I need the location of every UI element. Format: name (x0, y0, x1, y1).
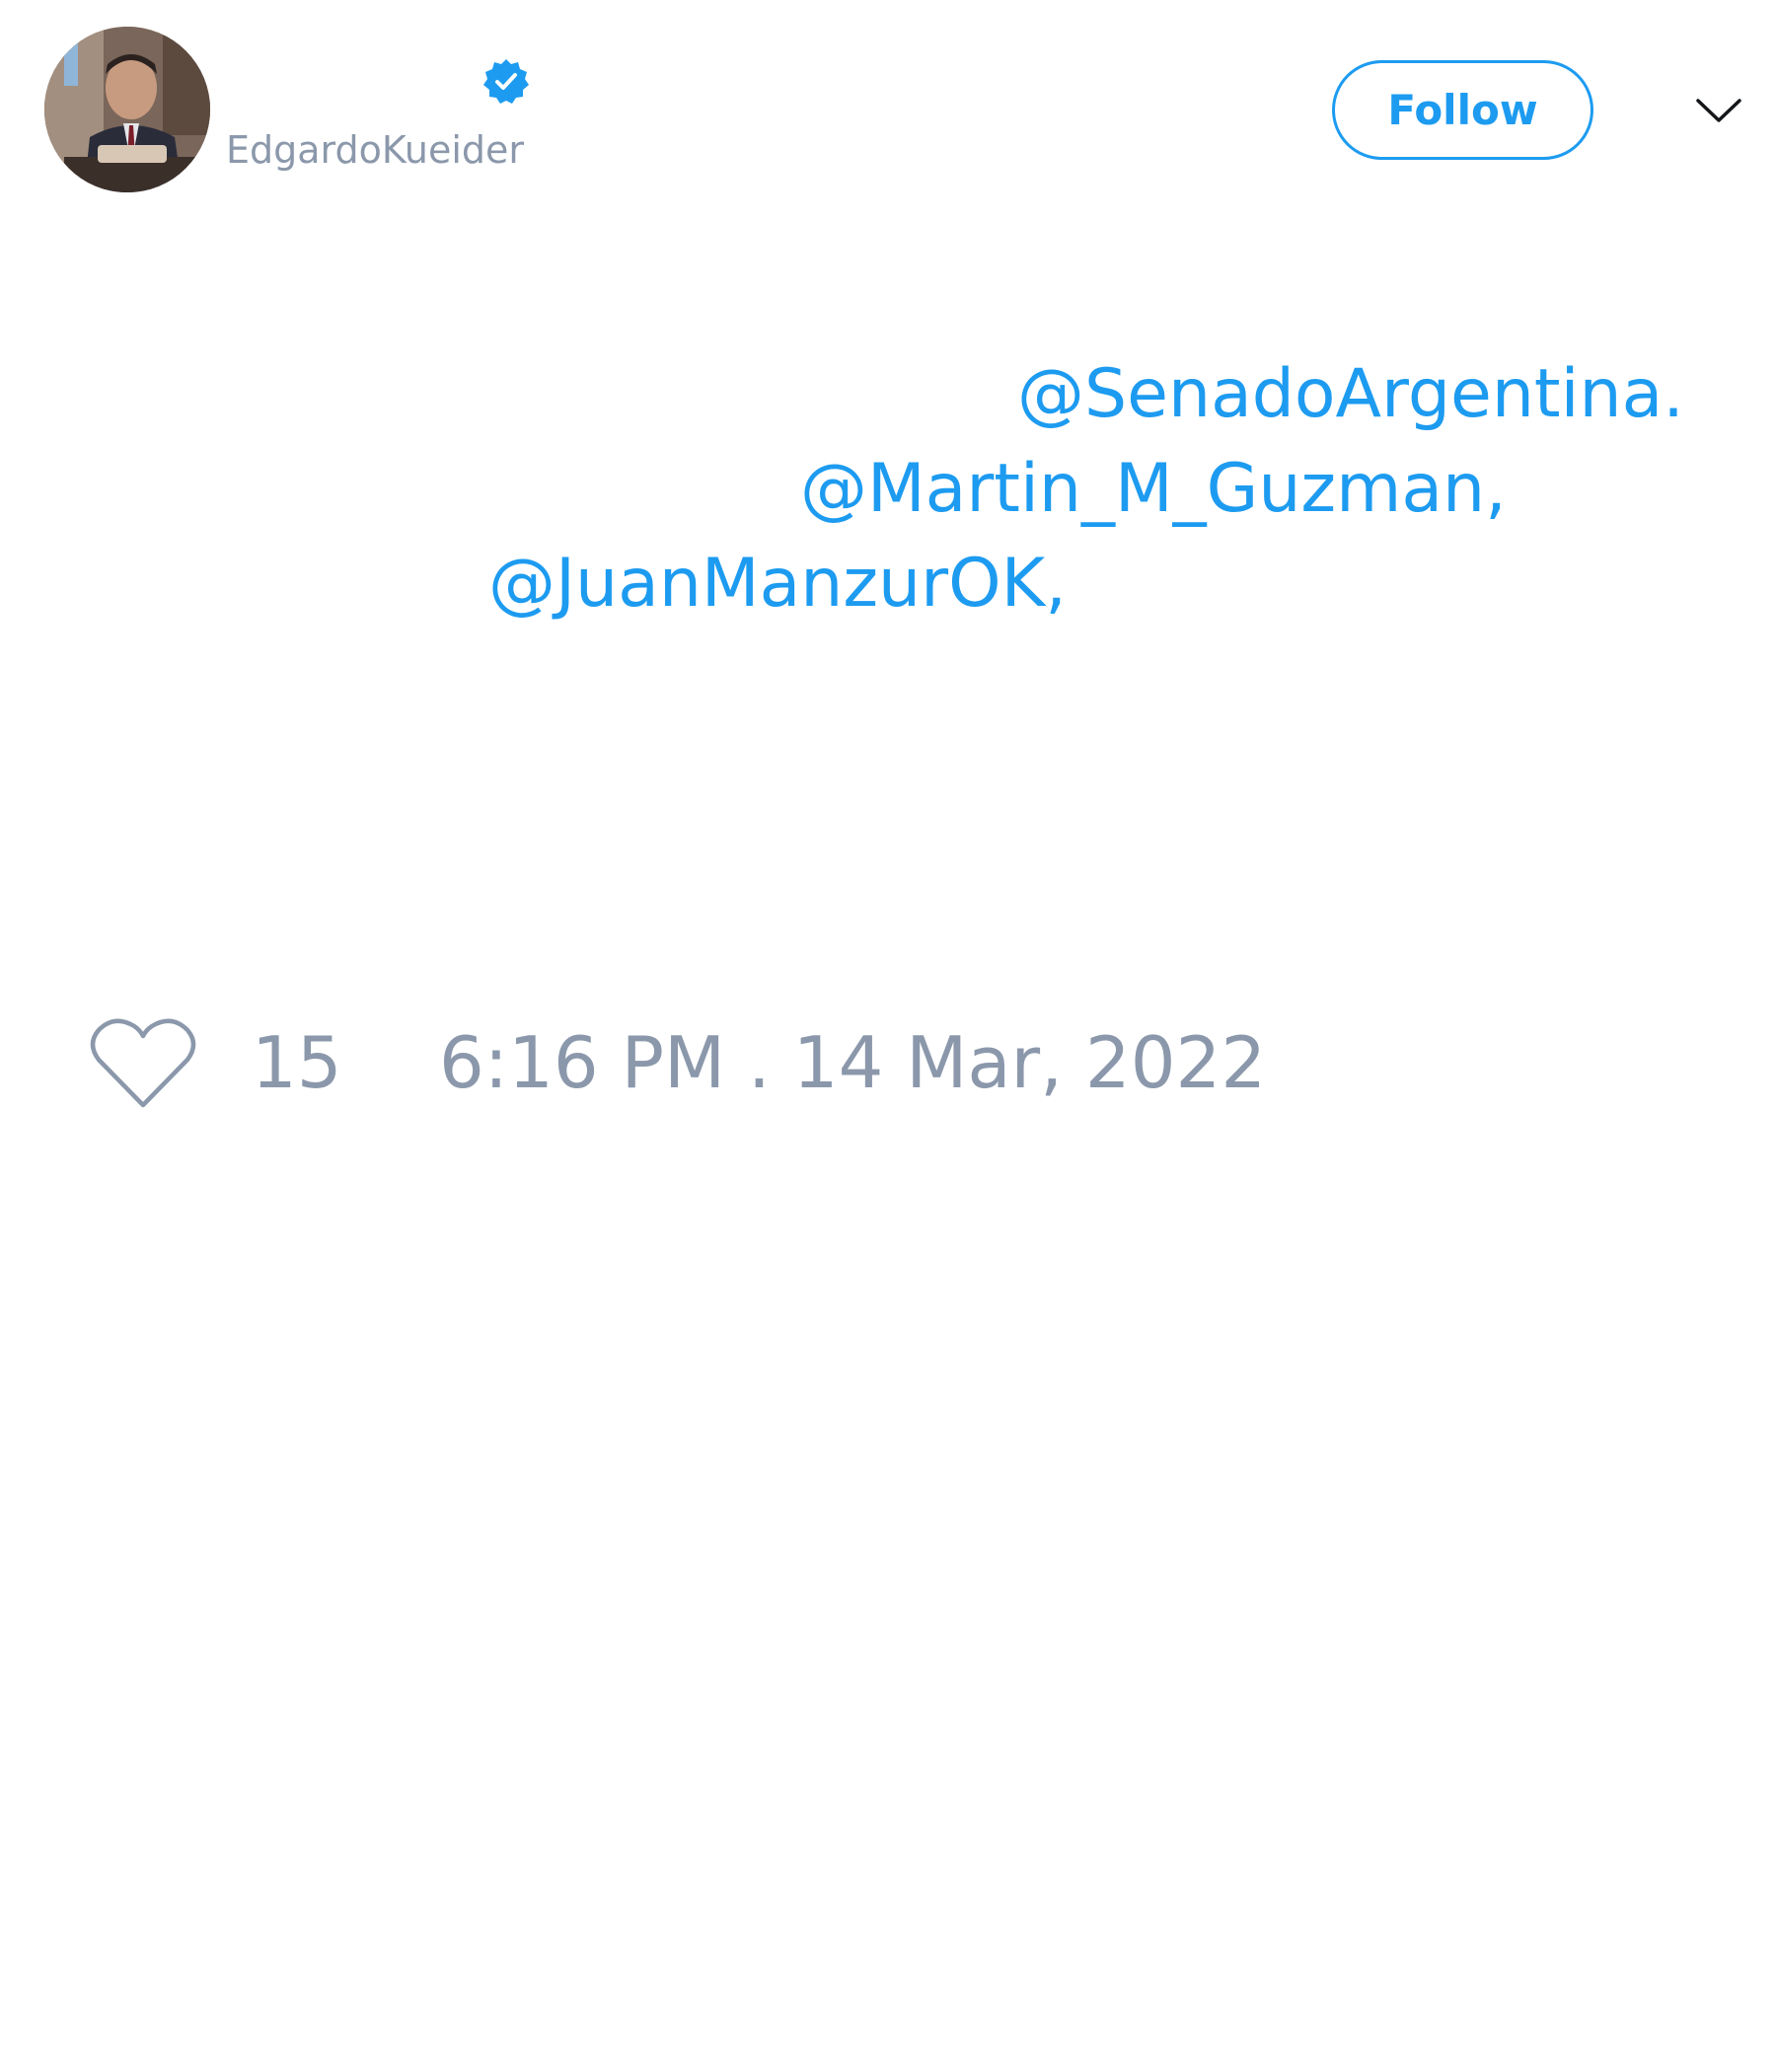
follow-button[interactable]: Follow (1332, 60, 1593, 160)
mention-link[interactable]: @JuanManzurOK, (488, 537, 1067, 631)
tweet-line: @Martin_M_Guzman, (89, 442, 1707, 537)
like-count: 15 (252, 1021, 342, 1104)
tweet-line: @SenadoArgentina. (89, 347, 1707, 442)
tweet-footer: 15 6:16 PM . 14 Mar, 2022 (89, 1006, 1667, 1115)
tweet-timestamp[interactable]: 6:16 PM . 14 Mar, 2022 (439, 1018, 1266, 1107)
verified-badge-icon (483, 59, 529, 104)
heart-icon[interactable] (89, 1016, 197, 1111)
tweet-text: @SenadoArgentina. @Martin_M_Guzman, @Jua… (89, 347, 1707, 631)
chevron-down-icon[interactable] (1694, 91, 1743, 130)
mention-link[interactable]: @Martin_M_Guzman, (800, 442, 1507, 537)
tweet-line: @JuanManzurOK, (89, 537, 1707, 631)
tweet-card: EdgardoKueider Follow @SenadoArgentina. … (0, 0, 1776, 2072)
mention-link[interactable]: @SenadoArgentina. (1017, 347, 1684, 442)
author-avatar[interactable] (44, 27, 210, 192)
avatar-photo-icon (44, 27, 210, 192)
author-name-row (226, 49, 542, 114)
author-username[interactable]: EdgardoKueider (226, 125, 524, 175)
